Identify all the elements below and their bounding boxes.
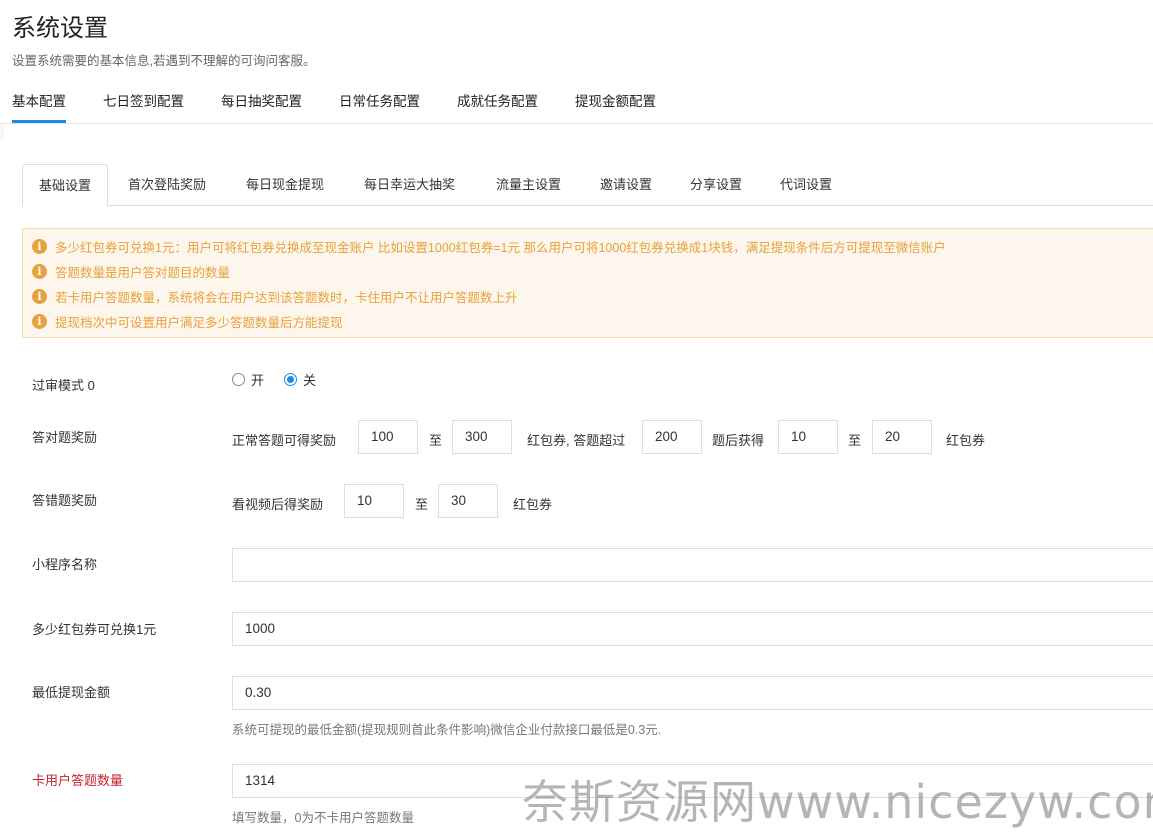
tab-daily-tasks[interactable]: 日常任务配置 (339, 90, 420, 110)
min-withdraw-input[interactable]: 0.30 (232, 676, 1153, 710)
notice-text: 提现档次中可设置用户满足多少答题数量后方能提现 (55, 315, 343, 330)
app-name-label: 小程序名称 (32, 557, 98, 572)
review-mode-on-label[interactable]: 开 (251, 370, 264, 389)
correct-reward-min-input[interactable]: 100 (358, 420, 418, 454)
review-mode-label: 过审模式 0 (32, 378, 95, 393)
subtab-daily-cash-withdraw[interactable]: 每日现金提现 (230, 164, 340, 206)
review-mode-on-radio[interactable] (232, 373, 245, 386)
page-title: 系统设置 (12, 15, 108, 42)
limit-answers-label: 卡用户答题数量 (32, 773, 124, 788)
info-icon: i (32, 263, 47, 279)
page-subtitle: 设置系统需要的基本信息,若遇到不理解的可询问客服。 (12, 54, 316, 68)
exchange-rate-label: 多少红包券可兑换1元 (32, 622, 157, 637)
wrong-reward-prefix: 看视频后得奖励 (232, 497, 324, 512)
correct-reward-label: 答对题奖励 (32, 430, 98, 445)
min-withdraw-help: 系统可提现的最低金额(提现规则首此条件影响)微信企业付款接口最低是0.3元. (232, 723, 662, 737)
review-mode-off-label[interactable]: 关 (303, 370, 316, 389)
subtab-traffic-settings[interactable]: 流量主设置 (480, 164, 577, 206)
min-withdraw-label: 最低提现金额 (32, 685, 111, 700)
limit-answers-help: 填写数量，0为不卡用户答题数量 (232, 811, 414, 825)
notice-text: 答题数量是用户答对题目的数量 (55, 265, 231, 280)
review-mode-off-radio[interactable] (284, 373, 298, 386)
correct-reward-to-text: 至 (429, 433, 443, 448)
correct-reward-mid-text: 红包券, 答题超过 (527, 433, 626, 448)
info-icon: i (32, 288, 47, 304)
correct-after-to-text: 至 (848, 433, 862, 448)
correct-reward-prefix: 正常答题可得奖励 (232, 433, 337, 448)
info-icon: i (32, 313, 47, 329)
tab-daily-lottery[interactable]: 每日抽奖配置 (221, 90, 302, 110)
wrong-reward-label: 答错题奖励 (32, 493, 98, 508)
subtab-invite-settings[interactable]: 邀请设置 (584, 164, 668, 206)
tab-achievement-tasks[interactable]: 成就任务配置 (457, 90, 538, 110)
tab-seven-day-signin[interactable]: 七日签到配置 (103, 90, 184, 110)
correct-after-max-input[interactable]: 20 (872, 420, 932, 454)
top-tab-bar: 基本配置 七日签到配置 每日抽奖配置 日常任务配置 成就任务配置 提现金额配置 (0, 78, 1153, 124)
notice-item: i 答题数量是用户答对题目的数量 (32, 261, 230, 281)
tab-basic-config[interactable]: 基本配置 (12, 90, 66, 123)
sub-tab-bar: 基础设置 首次登陆奖励 每日现金提现 每日幸运大抽奖 流量主设置 邀请设置 分享… (22, 164, 1153, 207)
wrong-reward-max-input[interactable]: 30 (438, 484, 498, 518)
notice-item: i 提现档次中可设置用户满足多少答题数量后方能提现 (32, 311, 343, 331)
correct-after-text: 题后获得 (712, 433, 765, 448)
correct-threshold-input[interactable]: 200 (642, 420, 702, 454)
subtab-daily-lucky-draw[interactable]: 每日幸运大抽奖 (348, 164, 471, 206)
exchange-rate-input[interactable]: 1000 (232, 612, 1153, 646)
subtab-share-settings[interactable]: 分享设置 (674, 164, 758, 206)
subtab-basic-settings[interactable]: 基础设置 (22, 164, 109, 207)
tab-withdraw-amount[interactable]: 提现金额配置 (575, 90, 656, 110)
wrong-reward-unit: 红包券 (513, 497, 553, 512)
notice-text: 若卡用户答题数量，系统将会在用户达到该答题数时，卡住用户不让用户答题数上升 (55, 290, 518, 305)
notice-item: i 多少红包券可兑换1元：用户可将红包券兑换成至现金账户 比如设置1000红包券… (32, 236, 946, 256)
review-mode-radio-group: 开 关 (232, 370, 330, 389)
info-icon: i (32, 238, 47, 254)
wrong-reward-to-text: 至 (415, 497, 429, 512)
subtab-pronoun-settings[interactable]: 代词设置 (764, 164, 848, 206)
notice-item: i 若卡用户答题数量，系统将会在用户达到该答题数时，卡住用户不让用户答题数上升 (32, 286, 518, 306)
correct-reward-max-input[interactable]: 300 (452, 420, 512, 454)
correct-after-min-input[interactable]: 10 (778, 420, 838, 454)
watermark: 奈斯资源网www.nicezyw.com (522, 775, 1153, 829)
correct-reward-unit: 红包券 (946, 433, 986, 448)
notice-text: 多少红包券可兑换1元：用户可将红包券兑换成至现金账户 比如设置1000红包券=1… (55, 240, 946, 255)
app-name-input[interactable] (232, 548, 1153, 582)
wrong-reward-min-input[interactable]: 10 (344, 484, 404, 518)
subtab-first-login-reward[interactable]: 首次登陆奖励 (112, 164, 222, 206)
